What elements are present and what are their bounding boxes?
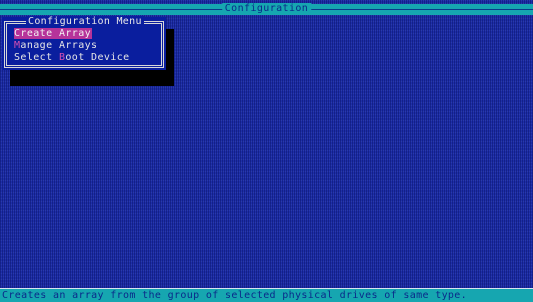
menu-item-create-array[interactable]: Create Array [14, 28, 93, 39]
bios-screen: Configuration Configuration Menu Create … [0, 0, 533, 302]
menu-item-label: anage Arrays [20, 40, 98, 51]
window-title: Configuration [221, 3, 312, 15]
configuration-menu: Configuration Menu Create Array Manage A… [2, 16, 166, 70]
menu-item-manage-arrays[interactable]: Manage Arrays [14, 40, 97, 51]
menu-title: Configuration Menu [26, 16, 144, 27]
menu-item-select-boot-device[interactable]: Select Boot Device [14, 52, 130, 63]
title-bar: Configuration [0, 3, 533, 15]
status-text: Creates an array from the group of selec… [2, 290, 468, 301]
menu-item-label: reate Array [20, 28, 92, 39]
status-bar: Creates an array from the group of selec… [0, 288, 533, 302]
menu-item-prefix: Select [14, 52, 59, 63]
menu-item-label: oot Device [65, 52, 130, 63]
